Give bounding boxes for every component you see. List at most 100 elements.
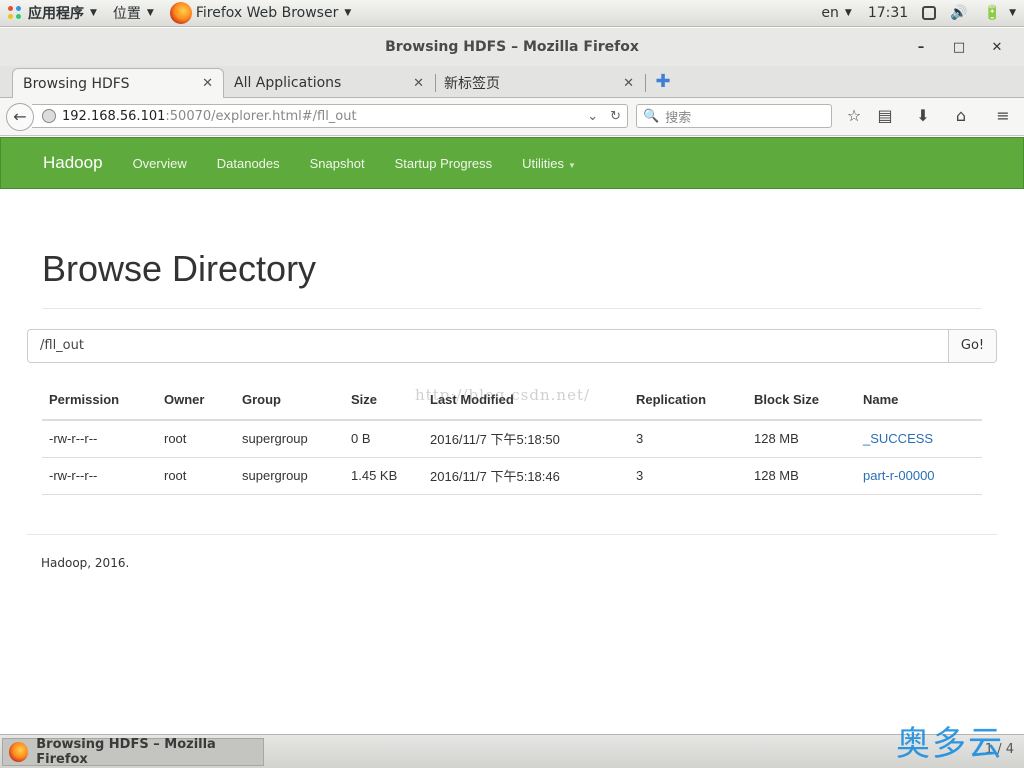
permission-cell: -rw-r--r-- xyxy=(42,420,157,458)
page-content: Browse Directory /fll_out Go! Permission… xyxy=(0,190,1024,734)
firefox-icon xyxy=(9,742,29,762)
go-button[interactable]: Go! xyxy=(948,329,997,363)
applications-icon xyxy=(8,6,22,20)
window-titlebar[interactable]: Browsing HDFS – Mozilla Firefox – □ ✕ xyxy=(0,28,1024,66)
display-icon[interactable] xyxy=(922,6,937,20)
close-tab-icon[interactable]: ✕ xyxy=(202,76,213,91)
group-cell: supergroup xyxy=(235,457,344,495)
volume-icon[interactable]: 🔊 xyxy=(942,0,975,27)
divider xyxy=(27,534,997,535)
modified-cell: 2016/11/7 下午5:18:50 xyxy=(423,420,629,458)
close-tab-icon[interactable]: ✕ xyxy=(413,76,424,91)
url-host: 192.168.56.101 xyxy=(62,108,166,124)
home-icon[interactable]: ⌂ xyxy=(949,106,973,128)
column-header[interactable]: Block Size xyxy=(747,380,856,421)
replication-cell: 3 xyxy=(629,457,747,495)
tab-browsing-hdfs[interactable]: Browsing HDFS ✕ xyxy=(12,68,224,98)
maximize-button[interactable]: □ xyxy=(940,40,978,55)
url-bar[interactable]: 192.168.56.101:50070/explorer.html#/fll_… xyxy=(32,104,628,128)
tab-label: Browsing HDFS xyxy=(23,75,130,92)
file-name-link[interactable]: part-r-00000 xyxy=(856,457,982,495)
owner-cell: root xyxy=(157,457,235,495)
back-arrow-icon: ← xyxy=(13,107,27,126)
downloads-icon[interactable]: ⬇ xyxy=(911,106,935,128)
hadoop-navbar: Hadoop Overview Datanodes Snapshot Start… xyxy=(0,137,1024,189)
back-button[interactable]: ← xyxy=(6,103,34,131)
window-title: Browsing HDFS – Mozilla Firefox xyxy=(385,39,639,55)
url-path: :50070/explorer.html#/fll_out xyxy=(165,108,357,124)
chevron-down-icon: ▼ xyxy=(844,8,852,18)
minimize-button[interactable]: – xyxy=(902,40,940,55)
corner-logo-watermark: 奥多云 xyxy=(896,724,1004,764)
tab-bar: Browsing HDFS ✕ All Applications ✕ 新标签页 … xyxy=(0,66,1024,98)
nav-startup-progress[interactable]: Startup Progress xyxy=(395,156,493,171)
owner-cell: root xyxy=(157,420,235,458)
battery-icon[interactable]: 🔋 xyxy=(976,0,1009,27)
new-tab-button[interactable]: ✚ xyxy=(652,69,674,95)
firefox-icon xyxy=(169,2,192,24)
close-tab-icon[interactable]: ✕ xyxy=(623,76,634,91)
modified-cell: 2016/11/7 下午5:18:46 xyxy=(423,457,629,495)
page-title: Browse Directory xyxy=(42,248,317,289)
column-header[interactable]: Name xyxy=(856,380,982,421)
column-header[interactable]: Group xyxy=(235,380,344,421)
chevron-down-icon: ▼ xyxy=(90,8,97,18)
chevron-down-icon: ▼ xyxy=(146,8,154,18)
tab-label: All Applications xyxy=(234,75,342,91)
navigation-toolbar: 192.168.56.101:50070/explorer.html#/fll_… xyxy=(0,98,1024,136)
close-window-button[interactable]: ✕ xyxy=(978,40,1016,55)
hamburger-menu-icon[interactable]: ≡ xyxy=(991,106,1015,128)
chevron-down-icon: ▼ xyxy=(568,160,576,170)
column-header[interactable]: Size xyxy=(344,380,423,421)
column-header[interactable]: Replication xyxy=(629,380,747,421)
taskbar-window-button[interactable]: Browsing HDFS – Mozilla Firefox xyxy=(2,737,264,767)
applications-menu[interactable]: 应用程序 ▼ xyxy=(0,0,105,27)
size-cell: 1.45 KB xyxy=(344,457,423,495)
gnome-top-bar: 应用程序 ▼ 位置 ▼ Firefox Web Browser ▼ en ▼ 1… xyxy=(0,0,1024,27)
nav-utilities[interactable]: Utilities ▼ xyxy=(522,156,576,171)
hadoop-brand[interactable]: Hadoop xyxy=(43,153,103,173)
nav-snapshot[interactable]: Snapshot xyxy=(310,156,365,171)
tab-label: 新标签页 xyxy=(444,76,500,92)
site-identity-icon[interactable] xyxy=(42,109,56,123)
nav-datanodes[interactable]: Datanodes xyxy=(217,156,280,171)
search-icon: 🔍 xyxy=(643,108,660,124)
file-name-link[interactable]: _SUCCESS xyxy=(856,420,982,458)
applications-label: 应用程序 xyxy=(28,6,84,22)
clock[interactable]: 17:31 xyxy=(860,0,916,27)
tab-new-tab[interactable]: 新标签页 ✕ xyxy=(434,68,644,98)
block-size-cell: 128 MB xyxy=(747,457,856,495)
url-dropdown-icon[interactable]: ⌄ xyxy=(581,109,604,124)
permission-cell: -rw-r--r-- xyxy=(42,457,157,495)
column-header[interactable]: Permission xyxy=(42,380,157,421)
language-indicator[interactable]: en ▼ xyxy=(813,0,859,27)
blog-watermark: http://blog.csdn.net/ xyxy=(415,386,591,404)
page-footer: Hadoop, 2016. xyxy=(41,556,130,570)
places-menu[interactable]: 位置 ▼ xyxy=(105,0,162,27)
bookmark-star-icon[interactable]: ☆ xyxy=(842,106,866,128)
reload-icon[interactable]: ↻ xyxy=(604,109,627,124)
column-header[interactable]: Owner xyxy=(157,380,235,421)
table-row: -rw-r--r-- root supergroup 0 B 2016/11/7… xyxy=(42,420,982,458)
system-menu-chevron-icon[interactable]: ▼ xyxy=(1009,8,1016,18)
size-cell: 0 B xyxy=(344,420,423,458)
tab-all-applications[interactable]: All Applications ✕ xyxy=(224,68,434,98)
places-label: 位置 xyxy=(112,6,141,22)
bottom-taskbar: Browsing HDFS – Mozilla Firefox 1 / 4 xyxy=(0,734,1024,768)
tab-separator xyxy=(645,74,646,92)
directory-path-input[interactable]: /fll_out xyxy=(27,329,949,363)
search-bar[interactable]: 🔍 搜索 xyxy=(636,104,832,128)
language-label: en xyxy=(821,5,839,21)
taskbar-window-label: Browsing HDFS – Mozilla Firefox xyxy=(36,737,216,767)
nav-overview[interactable]: Overview xyxy=(133,156,187,171)
search-placeholder: 搜索 xyxy=(665,110,692,126)
divider xyxy=(42,308,982,309)
bookmarks-menu-icon[interactable]: ▤ xyxy=(873,106,897,128)
nav-utilities-label: Utilities xyxy=(522,155,565,171)
chevron-down-icon: ▼ xyxy=(344,8,352,18)
table-row: -rw-r--r-- root supergroup 1.45 KB 2016/… xyxy=(42,457,982,495)
active-app-label: Firefox Web Browser xyxy=(195,5,339,21)
group-cell: supergroup xyxy=(235,420,344,458)
active-app-menu[interactable]: Firefox Web Browser ▼ xyxy=(162,0,359,27)
replication-cell: 3 xyxy=(629,420,747,458)
